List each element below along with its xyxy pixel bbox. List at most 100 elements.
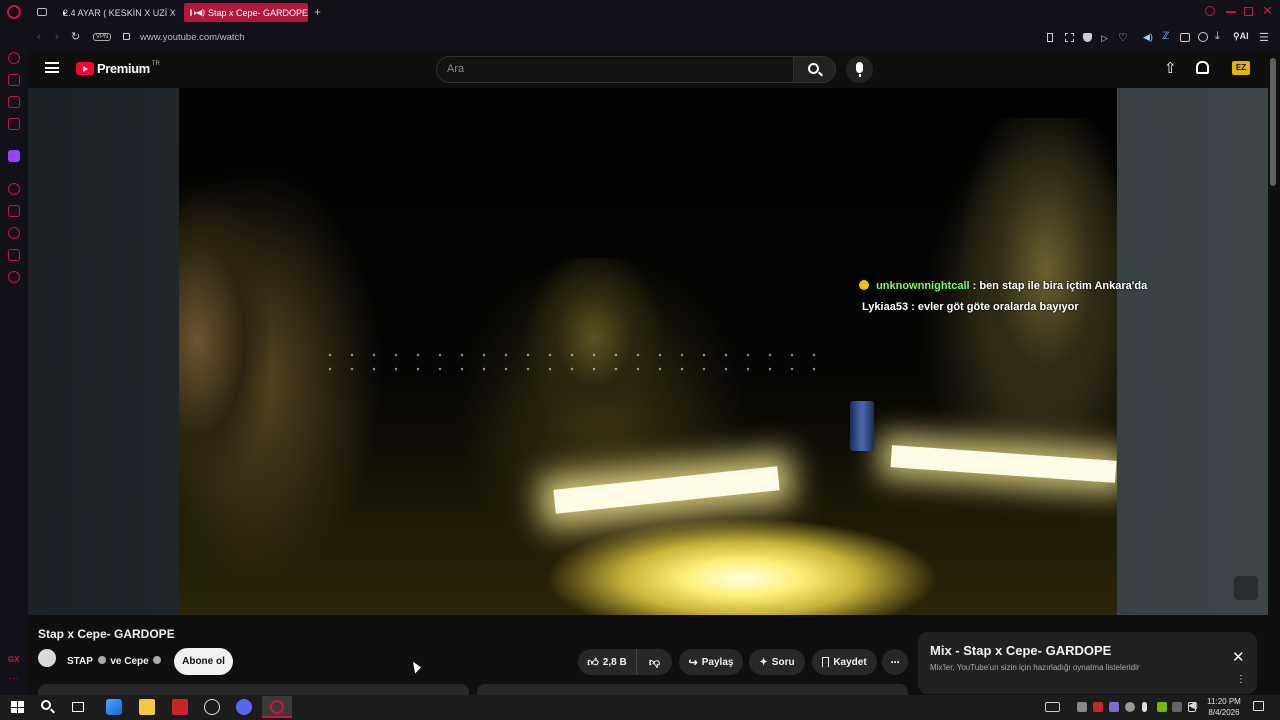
pinboard-icon[interactable] xyxy=(8,205,20,217)
opera-gx-logo-icon[interactable] xyxy=(7,5,21,19)
audio-icon[interactable]: ◀) xyxy=(1143,32,1153,43)
heart-icon[interactable]: ♡ xyxy=(1118,31,1128,44)
clock-date: 8/4/2026 xyxy=(1208,708,1240,717)
gx-sidebar: GX ··· xyxy=(0,25,28,695)
tray-app-icon[interactable] xyxy=(1109,702,1119,712)
save-button[interactable]: Kaydet xyxy=(812,649,877,675)
opera-gx-taskbar-icon[interactable] xyxy=(262,696,292,718)
clock-icon[interactable] xyxy=(8,227,20,239)
video-editor-icon[interactable] xyxy=(172,699,188,715)
channel-name-cepe[interactable]: Cepe xyxy=(124,656,148,667)
history-icon[interactable] xyxy=(8,183,20,195)
back-icon[interactable]: ‹ xyxy=(37,31,41,43)
close-icon[interactable]: ✕ xyxy=(1232,648,1245,666)
channel-avatar[interactable] xyxy=(38,649,56,667)
tab-overview-icon[interactable] xyxy=(37,8,47,16)
bookmark-icon[interactable] xyxy=(1047,33,1053,42)
url-field[interactable]: www.youtube.com/watch xyxy=(140,32,245,43)
search-input[interactable]: Ara xyxy=(436,56,794,83)
play-icon[interactable]: ▷ xyxy=(1101,33,1108,44)
discord-icon[interactable] xyxy=(236,699,252,715)
gx-control-icon[interactable] xyxy=(8,52,20,64)
extensions-icon[interactable] xyxy=(8,249,20,261)
file-explorer-icon[interactable] xyxy=(139,699,155,715)
gx-corner-icon[interactable] xyxy=(8,74,20,86)
like-button[interactable]: 👍︎ 2,8 B xyxy=(578,649,636,675)
wallet-icon[interactable] xyxy=(1180,33,1190,42)
menu-icon[interactable] xyxy=(45,62,59,73)
tab-stap-cepe-gardope[interactable]: ◀) Stap x Cepe- GARDOPE xyxy=(184,3,308,22)
new-tab-button[interactable]: + xyxy=(314,5,321,19)
snapshot-icon[interactable] xyxy=(1065,33,1074,42)
windows-start-icon[interactable] xyxy=(9,699,25,715)
tab-2-4-ayar[interactable]: 2.4 AYAR ( KESKİN X UZİ X xyxy=(53,3,175,22)
chat-message: : ben stap ile bira içtim Ankara'da xyxy=(972,280,1148,292)
thumbs-up-icon: 👍︎ xyxy=(587,656,599,669)
steam-icon[interactable] xyxy=(204,699,220,715)
video-player[interactable] xyxy=(179,88,1117,615)
miniplayer-icon[interactable] xyxy=(1234,576,1258,600)
chat-user: unknownnightcall xyxy=(876,280,970,292)
tray-app-icon[interactable] xyxy=(1093,702,1103,712)
sparkle-icon: ✦ xyxy=(759,656,768,668)
description-box[interactable] xyxy=(38,684,469,695)
extension-icon[interactable]: ℤ xyxy=(1162,31,1169,42)
messenger-icon[interactable] xyxy=(8,96,20,108)
vpn-badge[interactable]: VPN xyxy=(93,33,112,41)
forward-icon[interactable]: › xyxy=(55,31,59,43)
player-icon[interactable] xyxy=(8,118,20,130)
clock-time: 11:20 PM xyxy=(1207,697,1241,706)
twitch-icon[interactable] xyxy=(8,150,20,162)
tray-app-icon[interactable] xyxy=(1077,702,1087,712)
avatar[interactable]: EZ xyxy=(1232,61,1250,75)
search-icon[interactable] xyxy=(40,699,56,715)
youtube-play-logo-icon xyxy=(76,62,94,75)
tab-label: Stap x Cepe- GARDOPE xyxy=(207,7,308,18)
shield-icon[interactable] xyxy=(1083,33,1092,42)
share-icon: ↪ xyxy=(688,656,698,669)
mix-more-icon[interactable]: ⋮ xyxy=(1236,675,1246,685)
mix-title[interactable]: Mix - Stap x Cepe- GARDOPE xyxy=(930,643,1111,658)
notification-center-icon[interactable] xyxy=(1253,701,1264,711)
comments-box[interactable] xyxy=(477,684,908,695)
notifications-bell-icon[interactable] xyxy=(1196,61,1209,74)
share-button[interactable]: ↪ Paylaş xyxy=(679,649,743,675)
thumbs-down-icon: 👎︎ xyxy=(648,656,661,669)
subscribe-button[interactable]: Abone ol xyxy=(174,648,233,675)
mix-subtitle: Mix'ler, YouTube'un sizin için hazırladı… xyxy=(930,663,1140,672)
reload-icon[interactable]: ↻ xyxy=(71,30,80,43)
settings-icon[interactable] xyxy=(8,271,20,283)
easy-setup-icon[interactable]: ☰ xyxy=(1259,31,1269,44)
search-button[interactable] xyxy=(794,56,836,83)
upload-icon[interactable]: ⇧ xyxy=(1164,59,1177,77)
task-view-icon[interactable] xyxy=(72,702,84,712)
aria-ai-icon[interactable]: ⚲AI xyxy=(1233,31,1249,42)
system-clock[interactable]: 11:20 PM 8/4/2026 xyxy=(1204,696,1244,718)
maximize-button[interactable] xyxy=(1244,7,1253,16)
volume-icon[interactable]: ◀) xyxy=(1188,700,1198,711)
youtube-logo[interactable]: Premium TR xyxy=(76,61,160,76)
verified-check-icon xyxy=(153,656,162,664)
search-tabs-icon[interactable] xyxy=(1205,6,1215,16)
account-icon[interactable] xyxy=(1198,32,1208,42)
tray-app-icon[interactable] xyxy=(1125,702,1135,712)
voice-search-button[interactable] xyxy=(846,56,873,83)
page-scrollbar[interactable] xyxy=(1270,58,1276,186)
download-icon[interactable]: ⤓ xyxy=(1215,30,1220,43)
channel-names[interactable]: STAP ve Cepe xyxy=(67,656,162,667)
ask-button[interactable]: ✦ Soru xyxy=(749,649,805,675)
microphone-icon[interactable] xyxy=(1142,702,1147,712)
keyboard-icon[interactable] xyxy=(1045,702,1060,712)
tray-app-icon[interactable] xyxy=(1172,702,1182,712)
more-icon[interactable]: ··· xyxy=(9,673,19,684)
app-icon[interactable] xyxy=(106,699,122,715)
minimize-button[interactable] xyxy=(1226,11,1236,13)
close-window-button[interactable]: ✕ xyxy=(1262,3,1273,19)
more-actions-button[interactable]: ··· xyxy=(882,649,908,675)
nvidia-icon[interactable] xyxy=(1157,702,1167,712)
dislike-button[interactable]: 👎︎ xyxy=(636,649,672,675)
lock-icon[interactable] xyxy=(123,33,130,40)
ask-label: Soru xyxy=(771,656,795,668)
channel-name-stap[interactable]: STAP xyxy=(67,656,93,667)
like-count: 2,8 B xyxy=(602,656,627,668)
